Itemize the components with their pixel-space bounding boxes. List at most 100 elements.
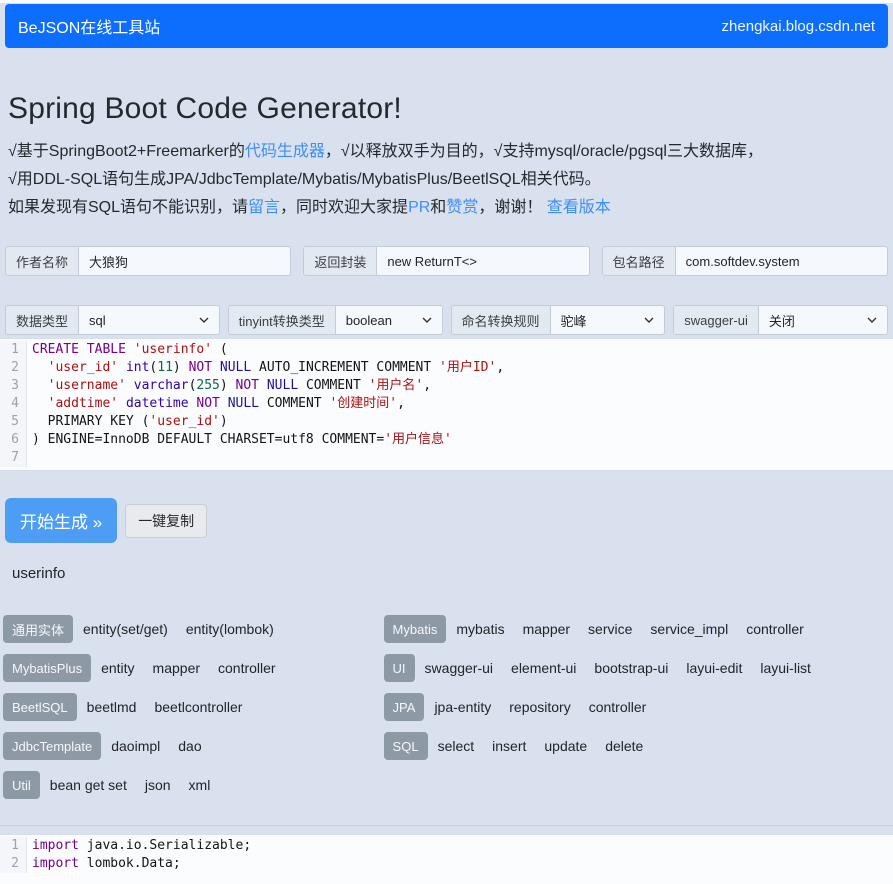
data-type-select[interactable]: sql — [79, 305, 220, 335]
tag-row: MybatisPlusentitymappercontroller — [3, 654, 384, 682]
tag-item[interactable]: xml — [189, 777, 211, 793]
code-text: 'user_id' int(11) NOT NULL AUTO_INCREMEN… — [27, 359, 504, 377]
naming-rule-label: 命名转换规则 — [451, 305, 551, 335]
swagger-ui-label: swagger-ui — [673, 305, 759, 335]
tag-badge: BeetlSQL — [3, 693, 77, 721]
line-number: 1 — [0, 341, 27, 359]
tag-badge: SQL — [384, 732, 428, 760]
tag-badge: JdbcTemplate — [3, 732, 101, 760]
author-name-input[interactable] — [79, 246, 291, 276]
tag-item[interactable]: jpa-entity — [434, 699, 491, 715]
intro-description: √基于SpringBoot2+Freemarker的代码生成器，√以释放双手为目… — [8, 138, 885, 222]
tag-item[interactable]: beetlmd — [87, 699, 137, 715]
code-text: import lombok.Data; — [27, 855, 181, 873]
intro-section: Spring Boot Code Generator! √基于SpringBoo… — [0, 92, 893, 222]
tag-item[interactable]: dao — [178, 738, 201, 754]
tag-item[interactable]: bootstrap-ui — [594, 660, 668, 676]
return-wrapper-group: 返回封装 — [303, 246, 589, 276]
table-name-label: userinfo — [12, 565, 893, 582]
tag-item[interactable]: entity(set/get) — [83, 621, 168, 637]
form-row-selects: 数据类型sqltinyint转换类型boolean命名转换规则驼峰swagger… — [5, 305, 888, 335]
tag-item[interactable]: controller — [218, 660, 276, 676]
line-number: 1 — [0, 837, 27, 855]
code-text: import java.io.Serializable; — [27, 837, 251, 855]
code-line: 2 'user_id' int(11) NOT NULL AUTO_INCREM… — [0, 359, 893, 377]
tag-item[interactable]: mybatis — [456, 621, 504, 637]
sql-code-editor[interactable]: 1CREATE TABLE 'userinfo' (2 'user_id' in… — [0, 338, 893, 471]
intro-link[interactable]: 赞赏 — [446, 199, 478, 216]
code-line: 4 'addtime' datetime NOT NULL COMMENT '创… — [0, 395, 893, 413]
intro-text: 如果发现有SQL语句不能识别，请 — [8, 199, 248, 216]
data-type-label: 数据类型 — [5, 305, 79, 335]
tag-item[interactable]: service_impl — [650, 621, 728, 637]
swagger-ui-group: swagger-ui关闭 — [673, 305, 888, 335]
swagger-ui-select[interactable]: 关闭 — [759, 305, 888, 335]
tag-item[interactable]: delete — [605, 738, 643, 754]
naming-rule-select[interactable]: 驼峰 — [551, 305, 666, 335]
intro-line: √用DDL-SQL语句生成JPA/JdbcTemplate/Mybatis/My… — [8, 166, 885, 194]
tag-row: 通用实体 entity(set/get) entity(lombok) — [3, 615, 384, 643]
chevron-down-icon — [644, 317, 654, 323]
package-path-input[interactable] — [676, 246, 888, 276]
line-number: 3 — [0, 377, 27, 395]
tinyint-convert-select[interactable]: boolean — [336, 305, 443, 335]
generate-button[interactable]: 开始生成 » — [5, 498, 117, 543]
tag-item[interactable]: controller — [746, 621, 804, 637]
tag-item[interactable]: update — [544, 738, 587, 754]
intro-link[interactable]: 留言 — [248, 199, 280, 216]
tag-row: SQL select insert update delete — [384, 732, 888, 760]
intro-line: √基于SpringBoot2+Freemarker的代码生成器，√以释放双手为目… — [8, 138, 885, 166]
code-text: PRIMARY KEY ('user_id') — [27, 413, 228, 431]
tag-item[interactable]: layui-list — [760, 660, 811, 676]
navbar-site-link[interactable]: zhengkai.blog.csdn.net — [722, 18, 875, 35]
tag-item[interactable]: entity(lombok) — [186, 621, 274, 637]
line-number: 2 — [0, 855, 27, 873]
code-line: 3 'username' varchar(255) NOT NULL COMME… — [0, 377, 893, 395]
code-line: 6) ENGINE=InnoDB DEFAULT CHARSET=utf8 CO… — [0, 431, 893, 449]
tinyint-convert-label: tinyint转换类型 — [228, 305, 336, 335]
code-text: CREATE TABLE 'userinfo' ( — [27, 341, 228, 359]
naming-rule-group: 命名转换规则驼峰 — [451, 305, 666, 335]
tag-item[interactable]: service — [588, 621, 632, 637]
tag-item[interactable]: json — [145, 777, 171, 793]
code-text: 'username' varchar(255) NOT NULL COMMENT… — [27, 377, 431, 395]
page-title: Spring Boot Code Generator! — [8, 92, 885, 126]
tinyint-convert-group: tinyint转换类型boolean — [228, 305, 443, 335]
intro-text: ，同时欢迎大家提 — [280, 199, 408, 216]
intro-link[interactable]: 查看版本 — [547, 199, 611, 216]
intro-line: 如果发现有SQL语句不能识别，请留言，同时欢迎大家提PR和赞赏，谢谢！ 查看版本 — [8, 194, 885, 222]
intro-link[interactable]: 代码生成器 — [245, 143, 325, 160]
tag-item[interactable]: mapper — [153, 660, 200, 676]
return-wrapper-input[interactable] — [377, 246, 589, 276]
tag-badge: UI — [384, 654, 415, 682]
copy-button[interactable]: 一键复制 — [125, 504, 207, 538]
line-number: 2 — [0, 359, 27, 377]
generated-code-editor[interactable]: 1import java.io.Serializable;2import lom… — [0, 834, 893, 884]
data-type-group: 数据类型 sql — [5, 305, 220, 335]
tag-item[interactable]: bean get set — [50, 777, 127, 793]
section-divider — [0, 825, 893, 826]
tag-item[interactable]: repository — [509, 699, 570, 715]
tag-item[interactable]: layui-edit — [686, 660, 742, 676]
intro-link[interactable]: PR — [408, 199, 430, 216]
tag-item[interactable]: beetlcontroller — [154, 699, 242, 715]
naming-rule-selected-value: 驼峰 — [561, 311, 587, 330]
tag-column-right: Mybatismybatismapperserviceservice_implc… — [384, 615, 888, 810]
tag-row: Mybatis mybatis mapper service service_impl c… — [384, 615, 888, 643]
tag-badge: 通用实体 — [3, 615, 73, 643]
code-line: 1CREATE TABLE 'userinfo' ( — [0, 341, 893, 359]
navbar-brand[interactable]: BeJSON在线工具站 — [18, 14, 160, 38]
tag-badge: JPA — [384, 693, 425, 721]
data-type-selected-value: sql — [89, 313, 106, 328]
tag-item[interactable]: insert — [492, 738, 526, 754]
tag-badge: Mybatis — [384, 615, 447, 643]
tag-item[interactable]: daoimpl — [111, 738, 160, 754]
tag-row: JdbcTemplate daoimpl dao — [3, 732, 384, 760]
tag-item[interactable]: entity — [101, 660, 134, 676]
tag-item[interactable]: controller — [589, 699, 647, 715]
intro-text: ，√以释放双手为目的，√支持mysql/oracle/pgsql三大数据库， — [325, 143, 763, 160]
tag-item[interactable]: mapper — [523, 621, 570, 637]
tag-item[interactable]: element-ui — [511, 660, 576, 676]
tag-item[interactable]: select — [438, 738, 475, 754]
tag-item[interactable]: swagger-ui — [425, 660, 493, 676]
